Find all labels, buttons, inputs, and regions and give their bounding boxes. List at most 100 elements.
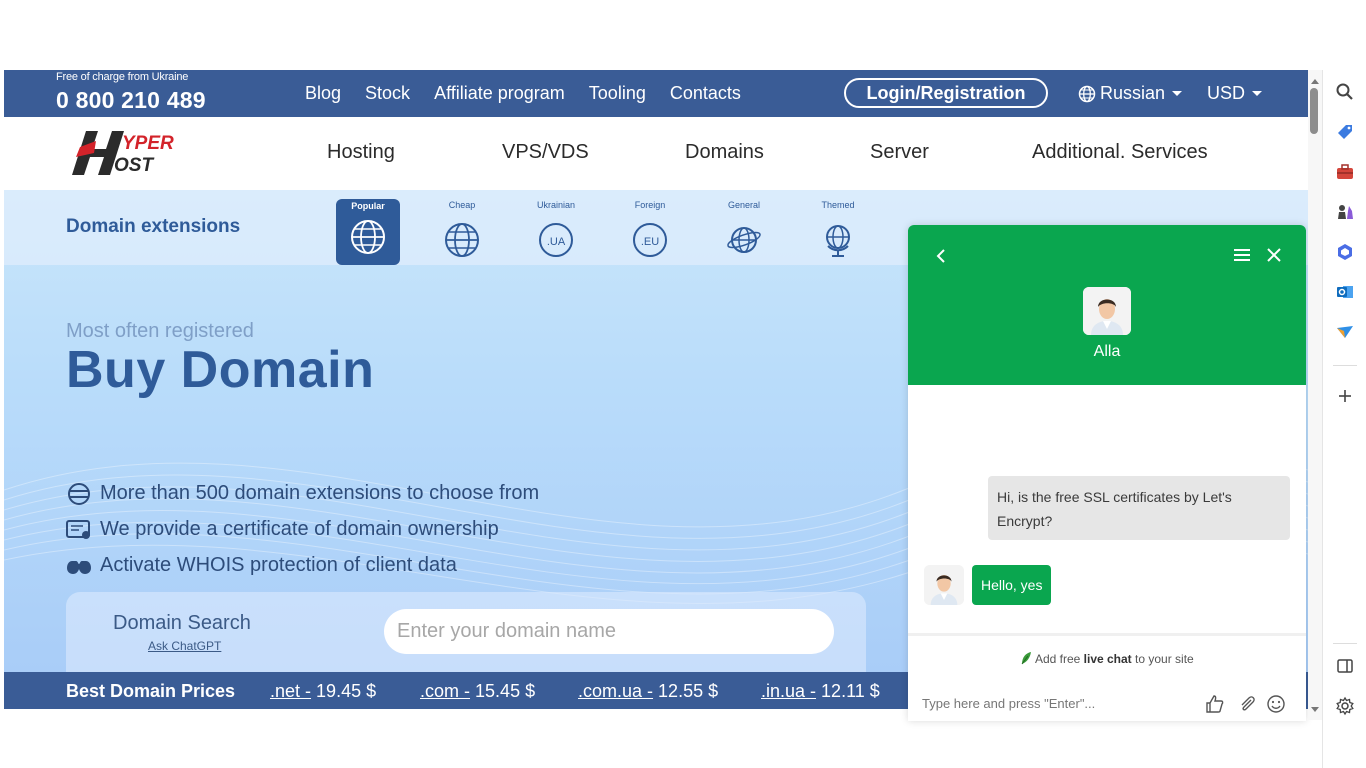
- divider: [1333, 643, 1357, 644]
- tab-label: Ukrainian: [536, 200, 576, 210]
- nav-link-contacts[interactable]: Contacts: [670, 83, 741, 104]
- browser-sidebar: [1322, 70, 1366, 768]
- nav-link-affiliate[interactable]: Affiliate program: [434, 83, 565, 104]
- domain-search-label: Domain Search: [113, 612, 251, 634]
- hyperhost-logo[interactable]: YPER OST: [66, 127, 194, 179]
- feature-text: We provide a certificate of domain owner…: [100, 518, 499, 540]
- tab-themed[interactable]: Themed: [806, 200, 870, 263]
- nav-link-tooling[interactable]: Tooling: [589, 83, 646, 104]
- search-icon[interactable]: [1335, 82, 1355, 102]
- tab-label: Themed: [821, 200, 855, 210]
- chat-message-user: Hi, is the free SSL certificates by Let'…: [988, 476, 1290, 540]
- ask-chatgpt-link[interactable]: Ask ChatGPT: [148, 639, 221, 653]
- nav-link-blog[interactable]: Blog: [305, 83, 341, 104]
- tab-label: General: [727, 200, 761, 210]
- chat-message-input[interactable]: [922, 693, 1192, 713]
- outlook-icon[interactable]: [1335, 282, 1355, 302]
- globe-icon: [1078, 85, 1096, 102]
- currency-label: USD: [1207, 83, 1246, 103]
- currency-selector[interactable]: USD: [1207, 83, 1263, 104]
- paperclip-icon[interactable]: [1237, 694, 1257, 714]
- ua-icon-text: .UA: [547, 236, 566, 248]
- tab-foreign[interactable]: Foreign .EU: [618, 200, 682, 263]
- price-value: 19.45 $: [316, 681, 377, 701]
- tag-icon[interactable]: [1335, 122, 1355, 142]
- feature-text: Activate WHOIS protection of client data: [100, 554, 457, 576]
- powered-post: to your site: [1131, 652, 1194, 666]
- menu-icon[interactable]: [1232, 247, 1252, 263]
- leaf-icon: [1021, 652, 1032, 665]
- scroll-down-icon[interactable]: [1311, 707, 1319, 712]
- globe-orbit-icon: [727, 227, 761, 253]
- person-icon: [1083, 287, 1131, 335]
- price-item-com[interactable]: .com - 15.45 $: [420, 681, 535, 702]
- scroll-thumb[interactable]: [1310, 88, 1318, 134]
- price-tld: .in.ua -: [761, 681, 817, 701]
- chat-header: Alla: [908, 225, 1306, 385]
- settings-icon[interactable]: [1335, 696, 1355, 716]
- scroll-up-icon[interactable]: [1311, 79, 1319, 84]
- feature-item: Activate WHOIS protection of client data: [66, 554, 457, 577]
- tab-ukrainian[interactable]: Ukrainian .UA: [524, 200, 588, 263]
- top-nav: Blog Stock Affiliate program Tooling Con…: [305, 83, 765, 104]
- price-item-in-ua[interactable]: .in.ua - 12.11 $: [761, 681, 880, 702]
- free-call-label: Free of charge from Ukraine: [56, 71, 189, 83]
- language-label: Russian: [1100, 83, 1166, 103]
- price-tld: .com -: [420, 681, 471, 701]
- certificate-icon: [66, 519, 90, 539]
- tab-general[interactable]: General: [712, 200, 776, 263]
- login-registration-button[interactable]: Login/Registration: [844, 78, 1048, 108]
- tab-label: Popular: [351, 201, 385, 211]
- divider: [908, 633, 1306, 636]
- language-selector[interactable]: Russian: [1078, 83, 1183, 104]
- price-value: 12.11 $: [821, 681, 880, 701]
- eu-domain-icon: .EU: [633, 223, 667, 257]
- chevron-down-icon: [1252, 91, 1263, 96]
- close-icon[interactable]: [1266, 247, 1282, 263]
- price-tld: .com.ua -: [578, 681, 654, 701]
- page-scrollbar[interactable]: [1308, 70, 1322, 720]
- chevron-down-icon: [1172, 91, 1183, 96]
- send-icon[interactable]: [1335, 322, 1355, 342]
- price-item-net[interactable]: .net - 19.45 $: [270, 681, 376, 702]
- person-icon: [924, 565, 964, 605]
- nav-domains[interactable]: Domains: [685, 141, 764, 164]
- domain-search-input[interactable]: [384, 609, 834, 654]
- powered-pre: Add free: [1034, 652, 1084, 666]
- agent-avatar: [1083, 287, 1131, 335]
- eu-icon-text: .EU: [641, 236, 659, 248]
- logo-text-bottom: OST: [114, 155, 154, 176]
- globe-icon: [445, 223, 479, 257]
- phone-number[interactable]: 0 800 210 489: [56, 87, 206, 114]
- tab-cheap[interactable]: Cheap: [430, 200, 494, 263]
- emoji-icon[interactable]: [1266, 694, 1286, 714]
- split-view-icon[interactable]: [1335, 656, 1355, 676]
- tab-popular[interactable]: Popular: [336, 199, 400, 265]
- price-value: 12.55 $: [658, 681, 719, 701]
- copilot-icon[interactable]: [1335, 242, 1355, 262]
- back-arrow-icon[interactable]: [934, 247, 948, 265]
- database-icon: [68, 482, 90, 505]
- ua-domain-icon: .UA: [539, 223, 573, 257]
- glasses-icon: [67, 560, 91, 574]
- tab-label: Foreign: [634, 200, 666, 210]
- thumbs-up-icon[interactable]: [1205, 694, 1225, 714]
- price-item-com-ua[interactable]: .com.ua - 12.55 $: [578, 681, 718, 702]
- domain-search-panel: Domain Search Ask ChatGPT: [66, 592, 866, 672]
- divider: [1333, 365, 1357, 366]
- feature-text: More than 500 domain extensions to choos…: [100, 482, 540, 504]
- tab-label: Cheap: [448, 200, 476, 210]
- powered-bold: live chat: [1083, 652, 1132, 666]
- chess-icon[interactable]: [1335, 202, 1355, 222]
- toolbox-icon[interactable]: [1335, 162, 1355, 182]
- nav-hosting[interactable]: Hosting: [327, 141, 395, 164]
- nav-link-stock[interactable]: Stock: [365, 83, 410, 104]
- feature-item: More than 500 domain extensions to choos…: [66, 482, 539, 505]
- price-value: 15.45 $: [475, 681, 536, 701]
- nav-vps-vds[interactable]: VPS/VDS: [502, 141, 589, 164]
- add-icon[interactable]: [1335, 386, 1355, 406]
- nav-additional-services[interactable]: Additional. Services: [1032, 141, 1208, 164]
- nav-server[interactable]: Server: [870, 141, 929, 164]
- agent-name: Alla: [1093, 343, 1121, 360]
- powered-by-link[interactable]: Add free live chat to your site: [908, 651, 1306, 666]
